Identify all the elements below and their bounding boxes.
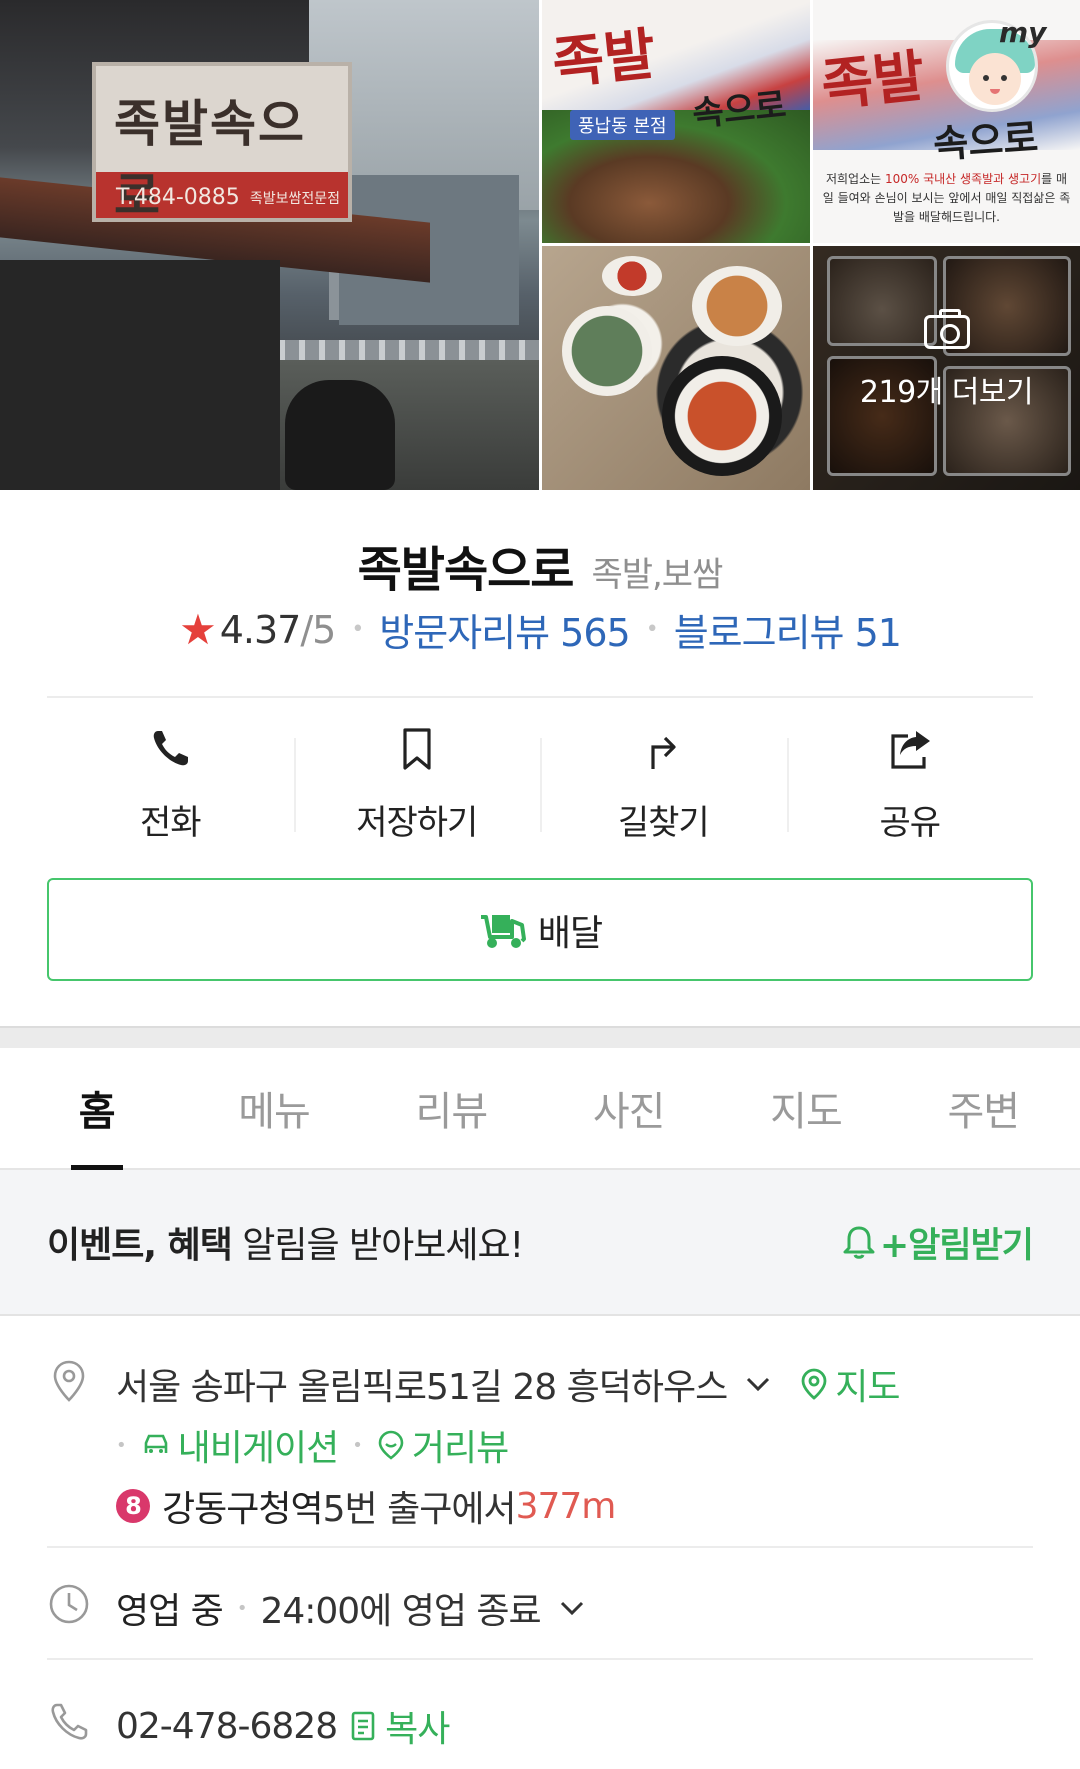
tab-nearby[interactable]: 주변 <box>895 1048 1072 1168</box>
delivery-truck-icon <box>480 914 526 948</box>
separator-dot: • <box>352 1434 363 1456</box>
blog-review-link[interactable]: 블로그리뷰 51 <box>674 602 902 657</box>
place-header: 족발속으로 족발,보쌈 ★ 4.37 /5 • 방문자리뷰 565 • 블로그리… <box>0 490 1080 700</box>
subway-exit: 5번 출구에서 <box>322 1489 517 1530</box>
tab-bar: 홈 메뉴 리뷰 사진 지도 주변 <box>0 1048 1080 1170</box>
location-pin-icon <box>53 1360 85 1402</box>
directions-icon <box>651 736 676 769</box>
tab-photo[interactable]: 사진 <box>540 1048 717 1168</box>
photo1-tag: 풍납동 본점 <box>570 110 675 140</box>
subway-info: 8 강동구청역 5번 출구에서 377m <box>116 1480 617 1532</box>
photo1-sub: 속으로 <box>690 85 789 135</box>
separator-dot: • <box>645 617 659 642</box>
address-text: 서울 송파구 올림픽로51길 28 흥덕하우스 <box>116 1367 728 1408</box>
visitor-review-link[interactable]: 방문자리뷰 565 <box>379 602 630 657</box>
photo-gallery: 족발속으로 T.484-0885 족발보쌈전문점 족발 속으로 풍납동 본점 족… <box>0 0 1080 490</box>
notice-message: 이벤트, 혜택 알림을 받아보세요! <box>47 1225 524 1266</box>
bookmark-icon <box>403 727 431 770</box>
tab-map[interactable]: 지도 <box>717 1048 894 1168</box>
chevron-down-icon[interactable] <box>741 1367 775 1401</box>
hours-detail: 24:00에 영업 종료 <box>260 1591 541 1632</box>
rating-row: ★ 4.37 /5 • 방문자리뷰 565 • 블로그리뷰 51 <box>0 602 1080 657</box>
map-pin-icon <box>801 1368 827 1400</box>
delivery-button[interactable]: 배달 <box>47 878 1033 981</box>
event-notice: 이벤트, 혜택 알림을 받아보세요! +알림받기 <box>0 1170 1080 1316</box>
phone-outline-icon <box>51 1703 88 1740</box>
subway-line-badge: 8 <box>116 1489 150 1523</box>
share-button[interactable]: 공유 <box>786 700 1034 860</box>
tab-menu[interactable]: 메뉴 <box>185 1048 362 1168</box>
street-view-link-label: 거리뷰 <box>411 1428 509 1469</box>
subscribe-alarm-label: +알림받기 <box>879 1225 1034 1266</box>
copy-button[interactable]: 복사 <box>349 1700 450 1752</box>
directions-label: 길찾기 <box>617 802 710 843</box>
delivery-label: 배달 <box>537 912 603 954</box>
chevron-down-icon[interactable] <box>555 1591 589 1625</box>
phone-number[interactable]: 02-478-6828 <box>116 1706 338 1747</box>
photo2-sub: 속으로 <box>931 115 1040 167</box>
photo-more[interactable]: 219개 더보기 <box>813 246 1080 490</box>
action-bar: 전화 저장하기 길찾기 공유 <box>47 700 1033 860</box>
tab-home[interactable]: 홈 <box>8 1048 185 1168</box>
hours-status: 영업 중 <box>116 1591 224 1632</box>
map-link-label: 지도 <box>835 1367 900 1408</box>
separator-dot: • <box>351 617 364 642</box>
clock-icon <box>49 1584 89 1624</box>
address-section: 서울 송파구 올림픽로51길 28 흥덕하우스 지도 • 내비게이션 • 거리뷰… <box>47 1316 1033 1546</box>
photo1-title: 족발 <box>549 21 659 98</box>
call-button[interactable]: 전화 <box>47 700 294 860</box>
subscribe-alarm-button[interactable]: +알림받기 <box>842 1217 1034 1268</box>
signboard-phone: T.484-0885 <box>116 185 240 210</box>
rating-value: 4.37 <box>219 607 302 652</box>
bell-icon <box>843 1226 875 1259</box>
photo2-title: 족발 <box>818 43 928 120</box>
separator-dot: • <box>116 1434 127 1456</box>
save-label: 저장하기 <box>356 802 478 843</box>
rating-max: /5 <box>300 607 336 652</box>
map-link[interactable]: 지도 <box>799 1358 900 1410</box>
subway-station: 강동구청역 <box>162 1489 324 1530</box>
place-name: 족발속으로 <box>357 542 575 598</box>
street-view-link[interactable]: 거리뷰 <box>376 1419 509 1471</box>
phone-icon <box>153 730 189 765</box>
divider <box>47 696 1033 698</box>
street-view-pin-icon <box>378 1430 404 1460</box>
photo-thumbnail-3[interactable] <box>542 246 810 490</box>
copy-icon <box>351 1711 375 1741</box>
star-icon: ★ <box>179 605 217 654</box>
call-label: 전화 <box>139 802 202 843</box>
signboard-sub: 족발보쌈전문점 <box>249 191 340 207</box>
hours-section[interactable]: 영업 중 • 24:00에 영업 종료 <box>47 1548 1033 1658</box>
more-photos-label: 219개 더보기 <box>859 375 1034 410</box>
section-gap <box>0 1026 1080 1048</box>
camera-icon <box>923 309 970 349</box>
store-signboard: 족발속으로 T.484-0885 족발보쌈전문점 <box>92 62 352 225</box>
photo-thumbnail-2[interactable]: 족발 속으로 저희업소는 100% 국내산 생족발과 생고기를 매일 들여와 손… <box>813 0 1080 243</box>
phone-section: 02-478-6828 복사 <box>47 1660 1033 1769</box>
directions-button[interactable]: 길찾기 <box>540 700 787 860</box>
save-button[interactable]: 저장하기 <box>293 700 541 860</box>
share-icon <box>891 730 930 769</box>
photo2-description: 저희업소는 100% 국내산 생족발과 생고기를 매일 들여와 손님이 보시는 … <box>822 172 1071 224</box>
copy-label: 복사 <box>385 1709 450 1750</box>
subway-distance: 377m <box>515 1485 617 1527</box>
separator-dot: • <box>236 1597 248 1619</box>
car-icon <box>144 1434 167 1453</box>
tab-review[interactable]: 리뷰 <box>363 1048 540 1168</box>
main-photo[interactable]: 족발속으로 T.484-0885 족발보쌈전문점 <box>0 0 539 490</box>
photo-thumbnail-1[interactable]: 족발 속으로 풍납동 본점 <box>542 0 810 243</box>
my-badge[interactable]: my <box>999 16 1046 49</box>
place-category: 족발,보쌈 <box>591 555 723 595</box>
navigation-link[interactable]: 내비게이션 <box>140 1419 339 1471</box>
share-label: 공유 <box>879 802 941 843</box>
navigation-link-label: 내비게이션 <box>177 1428 340 1469</box>
